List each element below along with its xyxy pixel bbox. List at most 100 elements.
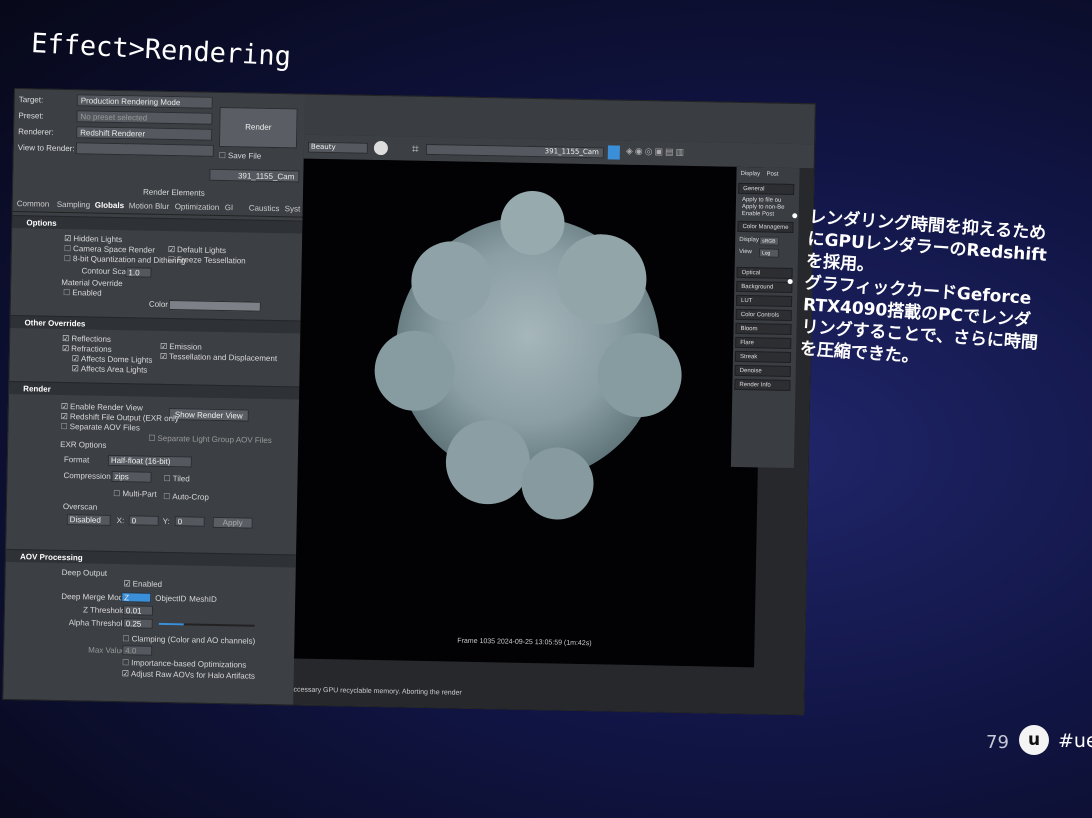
render-status-message: ccessary GPU recyclable memory. Aborting… — [293, 686, 462, 697]
view-dropdown[interactable] — [75, 142, 214, 157]
tab-gi[interactable]: GI — [225, 203, 234, 212]
compression-dropdown[interactable]: zips — [111, 470, 152, 483]
tiled-checkbox[interactable]: Tiled — [163, 474, 190, 483]
refractions-checkbox[interactable]: Refractions — [62, 344, 112, 354]
enable-render-view-checkbox[interactable]: Enable Render View — [61, 402, 143, 412]
autocrop-checkbox[interactable]: Auto-Crop — [163, 492, 209, 502]
background-section[interactable]: Background — [736, 280, 793, 293]
renderer-dropdown[interactable]: Redshift Renderer — [76, 126, 213, 141]
tab-display[interactable]: Display — [740, 171, 760, 177]
alpha-threshold-field[interactable]: 0.25 — [122, 618, 153, 629]
hidden-lights-checkbox[interactable]: Hidden Lights — [64, 234, 122, 244]
reflections-checkbox[interactable]: Reflections — [62, 334, 111, 344]
crop-icon[interactable]: ⌗ — [412, 142, 419, 157]
alpha-threshold-slider[interactable] — [158, 622, 255, 627]
overscan-y-label: Y: — [162, 516, 170, 527]
material-override-enabled[interactable]: Enabled — [63, 288, 102, 298]
camera-select-dropdown[interactable]: 391_1155_Cam — [425, 143, 604, 159]
deep-output-label: Deep Output — [61, 568, 108, 578]
general-section[interactable]: General — [738, 182, 795, 195]
color-management-section[interactable]: Color Manageme — [737, 220, 794, 233]
record-icon[interactable] — [373, 140, 389, 156]
slide-bullets: レンダリング時間を抑えるためにGPUレンダラーのRedshiftを採用。 グラフ… — [781, 205, 1051, 377]
render-button[interactable]: Render — [218, 106, 298, 149]
general-item-apply-nonbeauty[interactable]: Apply to non-Be — [742, 204, 785, 211]
overscan-dropdown[interactable]: Disabled — [66, 514, 111, 526]
overscan-x-field[interactable]: 0 — [128, 515, 159, 526]
tab-optimization[interactable]: Optimization — [175, 202, 220, 212]
render-settings-panel: Target: Production Rendering Mode Preset… — [3, 89, 305, 705]
tab-post[interactable]: Post — [766, 171, 778, 177]
options-header[interactable]: Options — [12, 214, 303, 234]
lut-section[interactable]: LUT — [735, 294, 793, 307]
tab-system[interactable]: Syst — [285, 204, 301, 213]
affects-area-checkbox[interactable]: Affects Area Lights — [72, 364, 148, 374]
smoke-cloud-render — [374, 190, 682, 520]
preset-dropdown[interactable]: No preset selected — [76, 110, 213, 125]
settings-tabs: Common Sampling Globals Motion Blur Opti… — [12, 196, 303, 218]
format-dropdown[interactable]: Half-float (16-bit) — [107, 454, 192, 468]
overscan-x-label: X: — [116, 516, 125, 526]
target-dropdown[interactable]: Production Rendering Mode — [76, 94, 213, 109]
emission-checkbox[interactable]: Emission — [160, 342, 202, 352]
aov-processing-header[interactable]: AOV Processing — [5, 548, 297, 568]
max-value-field[interactable]: 4.0 — [122, 645, 153, 656]
color-swatch[interactable] — [168, 300, 261, 312]
camera-dropdown[interactable]: 391_1155_Cam — [209, 168, 300, 183]
max-value-label: Max Value — [88, 645, 126, 656]
view-label-small: View — [738, 248, 752, 256]
deep-merge-meshid-option[interactable]: MeshID — [189, 594, 217, 604]
bullet-rtx4090: グラフィックカードGeforce RTX4090搭載のPCでレンダリングすること… — [799, 272, 1047, 377]
multipart-checkbox[interactable]: Multi-Part — [113, 489, 156, 499]
importance-checkbox[interactable]: Importance-based Optimizations — [122, 658, 246, 669]
show-render-view-button[interactable]: Show Render View — [168, 408, 249, 422]
exr-options-label: EXR Options — [60, 439, 107, 450]
deep-merge-z-option[interactable]: Z — [121, 592, 152, 603]
adjust-raw-checkbox[interactable]: Adjust Raw AOVs for Halo Artifacts — [122, 669, 255, 680]
deep-merge-objectid-option[interactable]: ObjectID — [155, 594, 186, 604]
render-canvas: Frame 1035 2024-09-25 13:05:59 (1m:42s) — [294, 158, 764, 668]
apply-button[interactable]: Apply — [212, 516, 253, 529]
contour-scale-field[interactable]: 1.0 — [125, 267, 152, 278]
color-label: Color — [148, 299, 169, 309]
tab-sampling[interactable]: Sampling — [57, 200, 91, 210]
viewer-tool-icons[interactable]: ◈◉◎▣▤▥ — [626, 147, 686, 158]
bit-quantization-checkbox[interactable]: 8-bit Quantization and Dithering — [64, 254, 186, 265]
render-info-section[interactable]: Render Info — [734, 378, 791, 391]
render-view-window: Beauty ⌗ 391_1155_Cam ◈◉◎▣▤▥ Frame 1035 … — [293, 134, 815, 715]
denoise-section[interactable]: Denoise — [734, 364, 791, 377]
separate-light-group-checkbox[interactable]: Separate Light Group AOV Files — [148, 434, 271, 445]
deep-output-enabled-checkbox[interactable]: Enabled — [123, 579, 163, 589]
general-item-apply-file[interactable]: Apply to file ou — [742, 197, 781, 204]
event-hashtag: #uef — [1058, 730, 1092, 752]
active-tool-icon[interactable] — [607, 145, 621, 160]
clamping-checkbox[interactable]: Clamping (Color and AO channels) — [122, 634, 256, 645]
channel-dropdown[interactable]: Beauty — [307, 141, 369, 154]
default-lights-checkbox[interactable]: Default Lights — [168, 245, 226, 255]
preset-label: Preset: — [18, 111, 44, 121]
tab-caustics[interactable]: Caustics — [249, 204, 280, 214]
tab-common[interactable]: Common — [17, 199, 50, 209]
save-file-checkbox[interactable]: Save File — [219, 151, 262, 161]
general-item-enable-post[interactable]: Enable Post — [742, 211, 774, 218]
unreal-engine-logo-icon: u — [1019, 725, 1049, 755]
overscan-y-field[interactable]: 0 — [174, 516, 205, 527]
separate-aov-checkbox[interactable]: Separate AOV Files — [60, 422, 140, 432]
display-dropdown[interactable]: sRGB — [759, 236, 780, 246]
view-label: View to Render: — [17, 143, 75, 154]
affects-dome-checkbox[interactable]: Affects Dome Lights — [72, 354, 153, 364]
alpha-threshold-slider-fill — [158, 622, 184, 626]
tab-motion-blur[interactable]: Motion Blur — [129, 201, 170, 211]
tab-globals[interactable]: Globals — [95, 201, 125, 211]
renderer-label: Renderer: — [18, 127, 54, 137]
other-overrides-header[interactable]: Other Overrides — [10, 314, 301, 334]
view-dropdown-small[interactable]: Log — [758, 248, 780, 258]
tessellation-checkbox[interactable]: Tessellation and Displacement — [160, 352, 277, 363]
camera-space-checkbox[interactable]: Camera Space Render — [64, 244, 155, 255]
render-header[interactable]: Render — [9, 380, 300, 400]
target-label: Target: — [18, 95, 44, 105]
format-label: Format — [63, 455, 90, 465]
alpha-threshold-label: Alpha Threshold — [68, 618, 127, 629]
optical-section[interactable]: Optical — [736, 266, 793, 279]
z-threshold-field[interactable]: 0.01 — [122, 605, 154, 616]
